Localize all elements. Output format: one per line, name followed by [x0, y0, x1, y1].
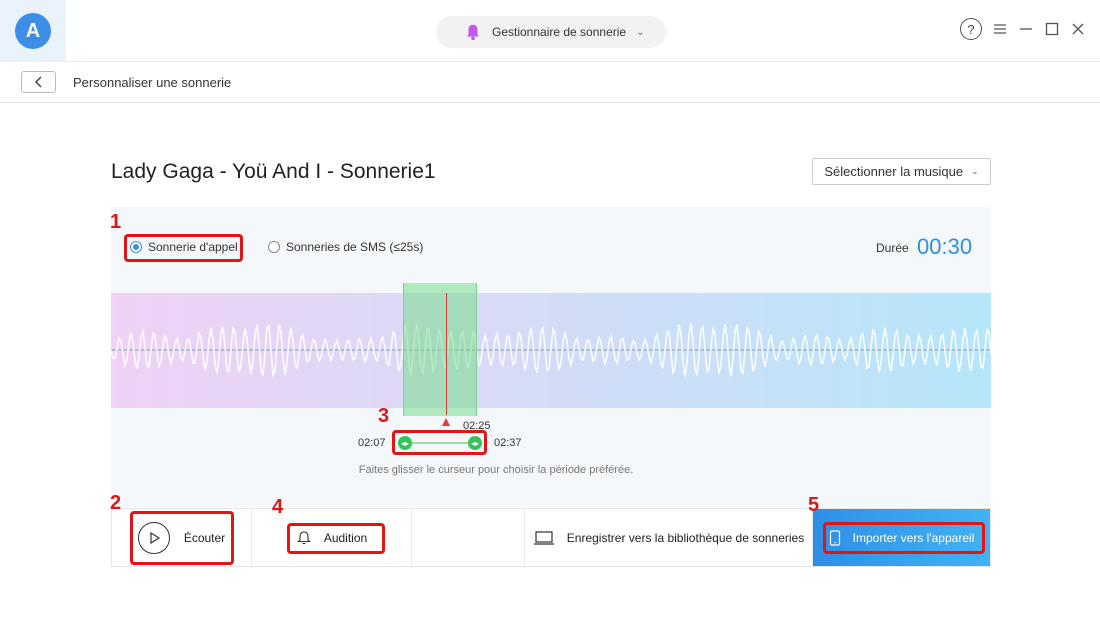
app-logo-icon: A: [15, 13, 51, 49]
menu-icon[interactable]: [992, 21, 1008, 37]
annotation-number-5: 5: [808, 494, 820, 516]
end-time: 02:37: [494, 437, 522, 449]
selection-range[interactable]: [403, 283, 477, 416]
select-music-label: Sélectionner la musique: [824, 164, 964, 179]
drag-hint: Faites glisser le curseur pour choisir l…: [358, 464, 634, 476]
back-icon: [34, 76, 42, 88]
title-bar: A Gestionnaire de sonnerie ⌄ ?: [0, 0, 1100, 62]
annotation-box-5: [823, 522, 985, 554]
chevron-down-icon: ⌄: [971, 166, 979, 176]
bell-icon: [466, 24, 480, 41]
module-label: Gestionnaire de sonnerie: [492, 25, 627, 39]
module-selector[interactable]: Gestionnaire de sonnerie ⌄: [436, 16, 666, 48]
chevron-down-icon: ⌄: [636, 26, 645, 38]
page-title: Personnaliser une sonnerie: [73, 75, 232, 90]
duration-label: Durée: [876, 241, 909, 255]
start-time: 02:07: [358, 437, 386, 449]
radio-sms-ringtone[interactable]: Sonneries de SMS (≤25s): [268, 240, 423, 254]
waveform-graphic: [111, 323, 991, 378]
annotation-number-3: 3: [378, 405, 390, 427]
song-title: Lady Gaga - Yoü And I - Sonnerie1: [111, 160, 436, 183]
help-icon[interactable]: ?: [960, 18, 982, 40]
minimize-icon[interactable]: [1018, 21, 1034, 37]
app-logo: A: [0, 0, 66, 62]
breadcrumb: Personnaliser une sonnerie: [0, 62, 1100, 103]
radio-sms-label: Sonneries de SMS (≤25s): [286, 240, 424, 254]
annotation-box-3: [392, 430, 487, 455]
annotation-box-2: [130, 511, 234, 565]
back-button[interactable]: [21, 71, 56, 93]
close-icon[interactable]: [1070, 21, 1086, 37]
select-music-button[interactable]: Sélectionner la musique ⌄: [812, 158, 991, 185]
duration-value: 00:30: [917, 234, 973, 259]
waveform[interactable]: [111, 293, 991, 408]
annotation-box-4: [287, 523, 385, 554]
annotation-number-4: 4: [272, 496, 284, 518]
empty-cell: [412, 509, 525, 566]
maximize-icon[interactable]: [1044, 21, 1060, 37]
window-controls: ?: [960, 18, 1086, 40]
radio-unselected-icon: [268, 241, 280, 253]
annotation-box-1: [124, 234, 243, 262]
save-library-button[interactable]: Enregistrer vers la bibliothèque de sonn…: [525, 509, 813, 566]
annotation-number-1: 1: [110, 211, 122, 233]
annotation-number-2: 2: [110, 492, 122, 514]
laptop-icon: [533, 530, 554, 545]
playhead-marker-icon: [442, 418, 450, 426]
save-library-label: Enregistrer vers la bibliothèque de sonn…: [566, 530, 805, 545]
playhead[interactable]: [446, 293, 447, 415]
